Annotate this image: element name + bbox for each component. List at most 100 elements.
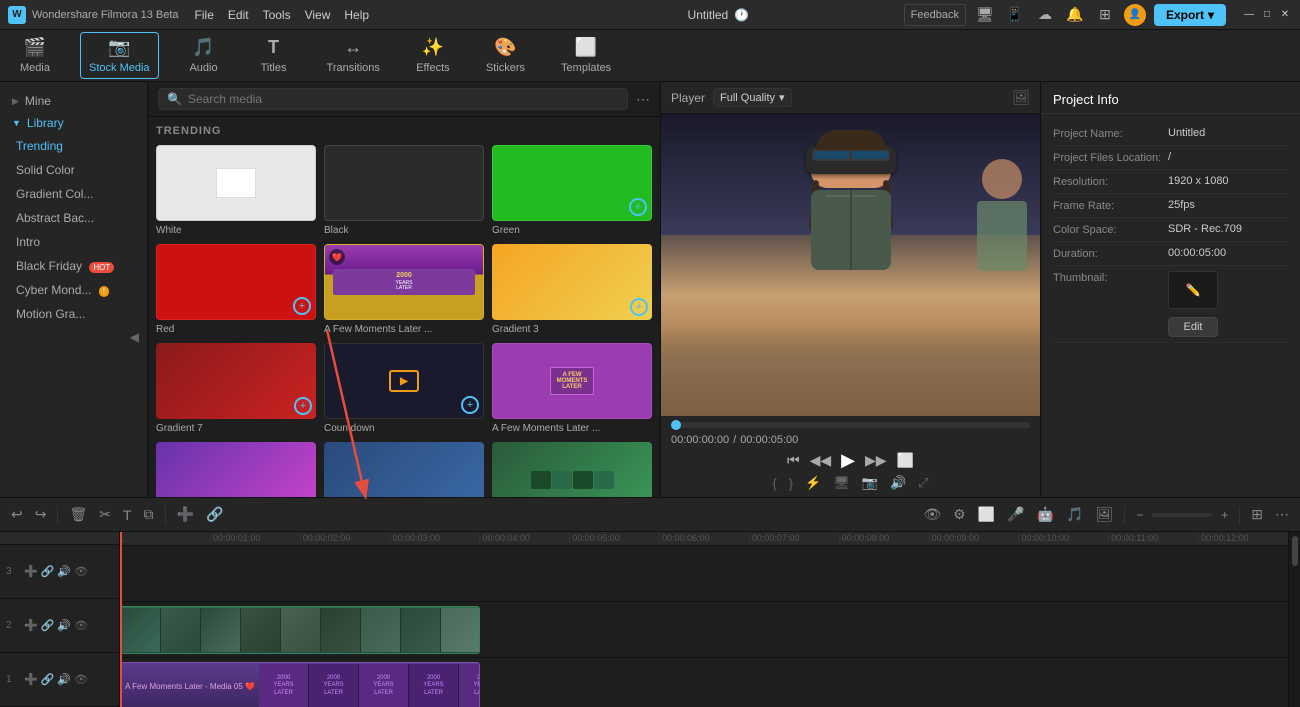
track-1-add-icon[interactable]: ➕: [24, 673, 38, 686]
step-forward-button[interactable]: ▶▶: [865, 452, 887, 469]
scene-detect-icon[interactable]: 👁: [920, 503, 944, 526]
layout-button[interactable]: ⊞: [1248, 503, 1266, 526]
avatar[interactable]: 👤: [1124, 4, 1146, 26]
bell-icon[interactable]: 🔔: [1064, 4, 1086, 26]
toolbar-templates[interactable]: ⬜ Templates: [553, 33, 619, 78]
settings-button[interactable]: ⋯: [1272, 503, 1292, 526]
media-item-row2-1[interactable]: [156, 442, 316, 497]
track-1-eye-icon[interactable]: 👁: [74, 673, 88, 686]
track-3-add-icon[interactable]: ➕: [24, 565, 38, 578]
track-2-eye-icon[interactable]: 👁: [74, 619, 88, 632]
menu-edit[interactable]: Edit: [228, 8, 249, 22]
menu-help[interactable]: Help: [344, 8, 369, 22]
gradient7-add-icon[interactable]: +: [294, 397, 312, 415]
red-add-icon[interactable]: +: [293, 297, 311, 315]
add-media-icon[interactable]: 🖼: [1092, 503, 1116, 526]
monitor-icon[interactable]: 🖥: [974, 4, 996, 26]
media-item-countdown[interactable]: ▶ + Countdown: [324, 343, 484, 434]
track-2-add-icon[interactable]: ➕: [24, 619, 38, 632]
toolbar-stock-media[interactable]: 📷 Stock Media: [80, 32, 159, 79]
rewind-button[interactable]: ⏮: [787, 452, 800, 469]
thumbnail-preview[interactable]: ✏️: [1168, 271, 1218, 309]
volume-icon[interactable]: 🔊: [890, 475, 906, 491]
redo-button[interactable]: ↪: [32, 503, 50, 526]
media-item-white[interactable]: White: [156, 145, 316, 236]
timeline-scrollbar[interactable]: [1288, 532, 1300, 707]
media-item-few-moments-later2[interactable]: A FEW MOMENTS LATER A Few Moments Later …: [492, 343, 652, 434]
toolbar-titles[interactable]: T Titles: [249, 33, 299, 78]
cut-icon[interactable]: {: [772, 476, 776, 491]
step-back-button[interactable]: ◀◀: [810, 452, 832, 469]
toolbar-stickers[interactable]: 🎨 Stickers: [478, 33, 533, 78]
track-link-button[interactable]: 🔗: [203, 503, 226, 526]
screen-record-icon[interactable]: 🖥: [833, 475, 850, 491]
feedback-btn[interactable]: Feedback: [904, 4, 966, 26]
zoom-out-button[interactable]: −: [1133, 505, 1146, 525]
track-3-mute-icon[interactable]: 🔊: [57, 565, 71, 578]
copy-button[interactable]: ⧉: [141, 503, 157, 526]
track-2-row[interactable]: [120, 602, 1288, 658]
track-3-eye-icon[interactable]: 👁: [74, 565, 88, 578]
split-audio-icon[interactable]: 🎵: [1063, 503, 1086, 526]
crop-icon[interactable]: ⬜: [975, 503, 998, 526]
text-button[interactable]: T: [120, 504, 135, 526]
track-1-mute-icon[interactable]: 🔊: [57, 673, 71, 686]
fullscreen-button[interactable]: ⬜: [897, 452, 914, 469]
menu-tools[interactable]: Tools: [263, 8, 291, 22]
maximize-button[interactable]: □: [1260, 8, 1274, 22]
track-3-detach-icon[interactable]: 🔗: [41, 565, 55, 578]
phone-icon[interactable]: 📱: [1004, 4, 1026, 26]
sidebar-collapse-btn[interactable]: ◀: [0, 326, 147, 348]
sidebar-item-cyber-monday[interactable]: Cyber Mond... !: [0, 278, 147, 302]
toolbar-media[interactable]: 🎬 Media: [10, 33, 60, 78]
library-header[interactable]: ▼ Library: [0, 112, 147, 134]
cut-button[interactable]: ✂: [96, 503, 114, 526]
microphone-icon[interactable]: 🎤: [1004, 503, 1027, 526]
countdown-add-icon[interactable]: +: [461, 396, 479, 414]
zoom-in-button[interactable]: +: [1218, 505, 1231, 525]
sidebar-item-trending[interactable]: Trending: [0, 134, 147, 158]
media-item-black[interactable]: Black: [324, 145, 484, 236]
play-button[interactable]: ▶: [841, 450, 855, 471]
delete-button[interactable]: 🗑: [66, 503, 90, 526]
media-item-gradient7[interactable]: + Gradient 7: [156, 343, 316, 434]
screenshot-icon[interactable]: 📷: [862, 475, 878, 491]
track-2-mute-icon[interactable]: 🔊: [57, 619, 71, 632]
media-item-green[interactable]: + Green: [492, 145, 652, 236]
track-1-overlay-clip[interactable]: A Few Moments Later - Media 05 ❤️ 2000YE…: [120, 662, 480, 707]
green-add-icon[interactable]: +: [629, 198, 647, 216]
pip-icon[interactable]: ⤢: [918, 475, 928, 491]
more-options-icon[interactable]: ⋯: [636, 91, 650, 108]
gradient3-add-icon[interactable]: +: [630, 298, 648, 316]
track-1-row[interactable]: A Few Moments Later - Media 05 ❤️ 2000YE…: [120, 658, 1288, 707]
zoom-slider[interactable]: [1152, 513, 1212, 517]
media-item-row2-3[interactable]: [492, 442, 652, 497]
minimize-button[interactable]: —: [1242, 8, 1256, 22]
sidebar-item-solid-color[interactable]: Solid Color: [0, 158, 147, 182]
timeline-scrubber[interactable]: [671, 422, 1030, 428]
sidebar-item-gradient-color[interactable]: Gradient Col...: [0, 182, 147, 206]
close-button[interactable]: ✕: [1278, 8, 1292, 22]
menu-file[interactable]: File: [195, 8, 214, 22]
menu-view[interactable]: View: [305, 8, 331, 22]
sidebar-item-black-friday[interactable]: Black Friday HOT: [0, 254, 147, 278]
track-1-detach-icon[interactable]: 🔗: [41, 673, 55, 686]
track-3-row[interactable]: [120, 546, 1288, 602]
scrubber-dot[interactable]: [671, 420, 681, 430]
auto-reframe-icon[interactable]: ⚙: [950, 503, 969, 526]
media-item-few-moments-later[interactable]: 2000 YEARS LATER ❤️ A Few Moments Later …: [324, 244, 484, 335]
undo-button[interactable]: ↩: [8, 503, 26, 526]
mine-header[interactable]: ▶ Mine: [0, 90, 147, 112]
mark-out-icon[interactable]: }: [789, 476, 793, 491]
quality-select[interactable]: Full Quality ▾: [713, 88, 792, 107]
media-item-gradient3[interactable]: + Gradient 3: [492, 244, 652, 335]
edit-button[interactable]: Edit: [1168, 317, 1218, 337]
sidebar-item-motion-graphics[interactable]: Motion Gra...: [0, 302, 147, 326]
search-input[interactable]: [188, 92, 619, 106]
grid-icon[interactable]: ⊞: [1094, 4, 1116, 26]
sidebar-item-intro[interactable]: Intro: [0, 230, 147, 254]
track-2-video-clip[interactable]: [120, 606, 480, 654]
export-button[interactable]: Export ▾: [1154, 4, 1226, 26]
media-item-row2-2[interactable]: [324, 442, 484, 497]
add-track-button[interactable]: ➕: [174, 503, 197, 526]
